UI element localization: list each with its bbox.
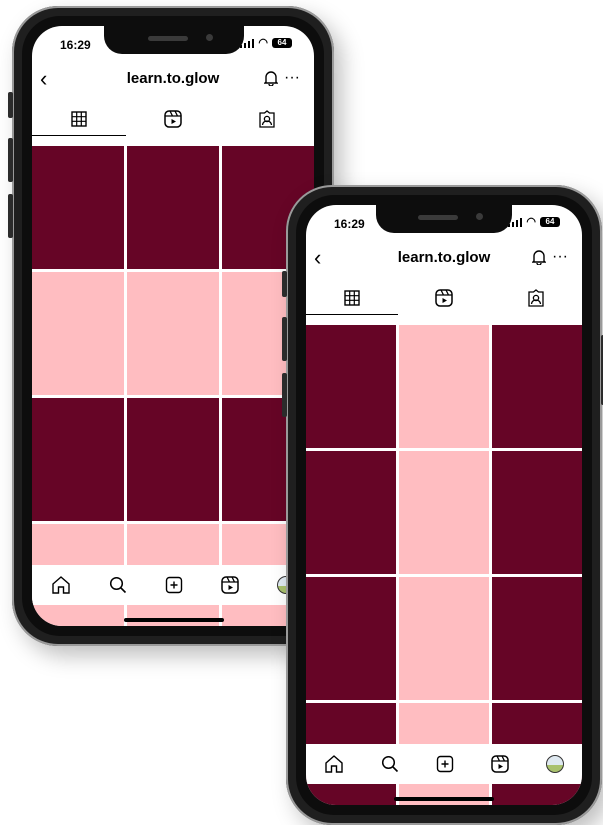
profile-header: ‹ learn.to.glow ···: [306, 245, 582, 275]
grid-post[interactable]: [127, 398, 219, 521]
home-indicator: [124, 618, 224, 622]
post-grid: [306, 325, 582, 805]
grid-post[interactable]: [492, 325, 582, 448]
battery-icon: 64: [540, 217, 560, 227]
grid-post[interactable]: [399, 451, 489, 574]
bell-icon[interactable]: [531, 249, 547, 269]
speaker: [418, 215, 458, 220]
search-icon[interactable]: [109, 576, 127, 594]
add-icon[interactable]: [165, 576, 183, 594]
grid-post[interactable]: [399, 325, 489, 448]
status-icons: ◠ 64: [240, 37, 292, 49]
more-icon[interactable]: ···: [552, 245, 568, 269]
grid-post[interactable]: [32, 398, 124, 521]
bottom-nav: [32, 565, 314, 605]
camera: [206, 34, 213, 41]
post-grid: [32, 146, 314, 626]
grid-post[interactable]: [32, 146, 124, 269]
camera: [476, 213, 483, 220]
tagged-icon: [259, 110, 275, 128]
notch: [104, 26, 244, 54]
grid-post[interactable]: [127, 146, 219, 269]
status-time: 16:29: [60, 38, 91, 52]
volume-up-button: [282, 317, 287, 361]
tab-grid[interactable]: [32, 102, 126, 136]
status-icons: ◠ 64: [508, 216, 560, 228]
tab-tagged[interactable]: [220, 102, 314, 136]
reels-icon: [435, 289, 453, 307]
speaker: [148, 36, 188, 41]
avatar[interactable]: [545, 755, 564, 773]
home-icon[interactable]: [51, 575, 71, 595]
profile-tabs: [32, 102, 314, 136]
reels-nav-icon[interactable]: [221, 576, 239, 594]
wifi-icon: ◠: [526, 216, 536, 228]
bottom-nav: [306, 744, 582, 784]
tagged-icon: [528, 289, 544, 307]
volume-down-button: [8, 194, 13, 238]
tab-reels[interactable]: [126, 102, 220, 136]
grid-post[interactable]: [306, 325, 396, 448]
wifi-icon: ◠: [258, 37, 268, 49]
reels-icon: [164, 110, 182, 128]
grid-icon: [344, 290, 360, 306]
battery-icon: 64: [272, 38, 292, 48]
grid-post[interactable]: [399, 577, 489, 700]
grid-post[interactable]: [306, 577, 396, 700]
tab-reels[interactable]: [398, 281, 490, 315]
bell-icon[interactable]: [263, 70, 279, 90]
grid-post[interactable]: [492, 451, 582, 574]
grid-post[interactable]: [32, 272, 124, 395]
profile-tabs: [306, 281, 582, 315]
profile-header: ‹ learn.to.glow ···: [32, 66, 314, 96]
grid-icon: [71, 111, 87, 127]
more-icon[interactable]: ···: [284, 66, 300, 90]
phone-right: 16:29 ◠ 64 ‹ learn.to.glow ···: [282, 185, 603, 825]
grid-post[interactable]: [492, 577, 582, 700]
tab-grid[interactable]: [306, 281, 398, 315]
side-button: [8, 92, 13, 118]
home-indicator: [394, 797, 494, 801]
search-icon[interactable]: [381, 755, 399, 773]
volume-up-button: [8, 138, 13, 182]
grid-post[interactable]: [306, 451, 396, 574]
status-time: 16:29: [334, 217, 365, 231]
volume-down-button: [282, 373, 287, 417]
side-button: [282, 271, 287, 297]
add-icon[interactable]: [436, 755, 454, 773]
reels-nav-icon[interactable]: [491, 755, 509, 773]
screen: 16:29 ◠ 64 ‹ learn.to.glow ···: [32, 26, 314, 626]
screen: 16:29 ◠ 64 ‹ learn.to.glow ···: [306, 205, 582, 805]
grid-post[interactable]: [127, 272, 219, 395]
tab-tagged[interactable]: [490, 281, 582, 315]
notch: [376, 205, 512, 233]
home-icon[interactable]: [324, 754, 344, 774]
